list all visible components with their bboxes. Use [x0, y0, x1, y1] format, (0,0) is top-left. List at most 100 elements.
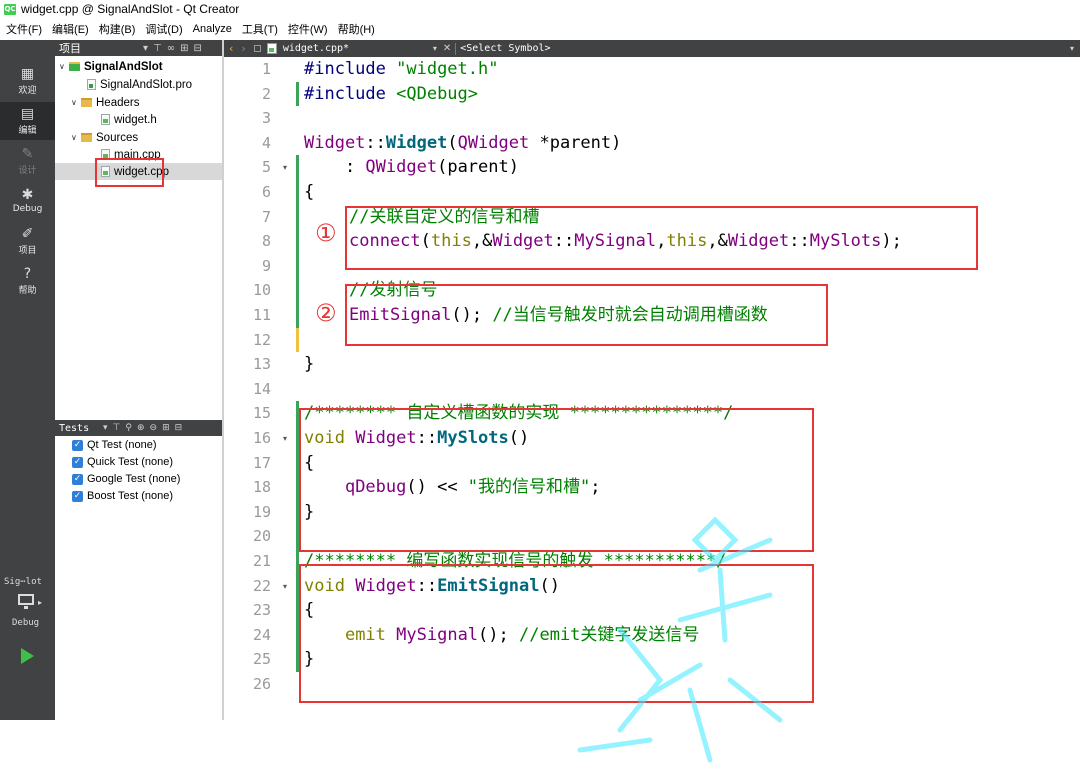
test-item-google[interactable]: ✓ Google Test (none) [72, 471, 180, 487]
tree-item-pro-file[interactable]: SignalAndSlot.pro [87, 76, 192, 93]
expand-arrow-icon[interactable]: ∨ [59, 62, 69, 71]
symbol-selector[interactable]: <Select Symbol> [460, 43, 550, 54]
line-number: 23 [252, 601, 271, 620]
code-line[interactable]: { [304, 180, 314, 205]
tree-item-label: SignalAndSlot [84, 60, 163, 73]
back-arrow-icon[interactable]: ‹ [229, 42, 233, 55]
mode-welcome-button[interactable]: ▦ 欢迎 [0, 62, 55, 100]
line-number: 18 [252, 478, 271, 497]
code-line[interactable]: : QWidget(parent) [304, 155, 519, 180]
code-line[interactable]: } [304, 352, 314, 377]
menu-widgets[interactable]: 控件(W) [288, 21, 328, 37]
line-number: 24 [252, 625, 271, 644]
checkbox-icon[interactable]: ✓ [72, 456, 83, 468]
forward-arrow-icon[interactable]: › [241, 42, 245, 55]
line-number: 22 [252, 576, 271, 595]
line-number: 11 [252, 306, 271, 324]
monitor-icon[interactable] [18, 594, 34, 605]
dropdown-arrow-icon[interactable]: ▾ [103, 423, 108, 433]
line-number: 26 [252, 675, 271, 693]
run-button[interactable] [21, 648, 34, 664]
menu-edit[interactable]: 编辑(E) [52, 21, 89, 37]
line-number: 10 [252, 281, 271, 300]
mode-projects-button[interactable]: ✐ 项目 [0, 222, 55, 260]
mode-design-label: 设计 [18, 165, 37, 176]
mode-projects-label: 项目 [18, 245, 37, 256]
test-item-label: Google Test (none) [87, 473, 181, 485]
test-item-quick[interactable]: ✓ Quick Test (none) [72, 454, 173, 470]
tests-panel-title[interactable]: Tests [59, 423, 89, 434]
menu-file[interactable]: 文件(F) [6, 21, 42, 37]
tree-item-headers[interactable]: ∨ Headers [71, 94, 139, 111]
checkbox-icon[interactable]: ✓ [72, 439, 83, 451]
expand-arrow-icon[interactable]: ∨ [71, 133, 81, 142]
checkbox-icon[interactable]: ✓ [72, 473, 83, 485]
menu-debug[interactable]: 调试(D) [145, 21, 182, 37]
tree-item-widget-h[interactable]: widget.h [101, 111, 157, 128]
line-number: 17 [252, 453, 271, 472]
tests-panel: ✓ Qt Test (none) ✓ Quick Test (none) ✓ G… [55, 436, 222, 720]
tests-panel-header: Tests ▾ ⊤ ⚲ ⊕ ⊖ ⊞ ⊟ [55, 420, 222, 436]
close-document-icon[interactable]: ✕ [443, 43, 451, 54]
filter-icon[interactable]: ⊤ [113, 423, 121, 433]
menu-analyze[interactable]: Analyze [193, 23, 232, 35]
qt-creator-logo-icon: QC [4, 3, 16, 15]
expand-all-icon[interactable]: ⊕ [137, 423, 145, 433]
mode-help-button[interactable]: ? 帮助 [0, 262, 55, 300]
dropdown-arrow-icon[interactable]: ▾ [143, 43, 148, 54]
project-panel-title[interactable]: 项目 [59, 40, 81, 56]
tree-item-label: SignalAndSlot.pro [100, 78, 193, 91]
line-number: 5 [261, 158, 271, 177]
mode-edit-button[interactable]: ▤ 编辑 [0, 102, 55, 140]
tree-item-sources[interactable]: ∨ Sources [71, 129, 138, 146]
split-icon[interactable]: ⊞ [162, 423, 170, 433]
annotation-marker-2: ② [315, 299, 337, 327]
toolbar-separator [455, 42, 457, 55]
mode-design-button[interactable]: ✎ 设计 [0, 142, 55, 180]
filter-icon[interactable]: ⊤ [153, 43, 162, 54]
kit-selector-label[interactable]: Sig⋯lot [4, 577, 42, 587]
tree-item-project[interactable]: ∨ SignalAndSlot [59, 58, 163, 75]
mode-debug-button[interactable]: ✱ Debug [0, 182, 55, 220]
code-line[interactable]: Widget::Widget(QWidget *parent) [304, 131, 621, 156]
line-number: 9 [261, 256, 271, 275]
line-number-gutter: 1 2 3 4 5 ▾ 6 7 8 9 10 11 12 13 14 15 16 ▾ 17 18 19 20 21 22 ▾ 23… [224, 57, 301, 720]
close-panel-icon[interactable]: ⊟ [175, 423, 183, 433]
edit-doc-icon: ▤ [20, 105, 35, 122]
annotation-box-emit [345, 284, 828, 346]
line-number: 3 [261, 109, 271, 128]
annotation-box-connect [345, 206, 978, 270]
test-item-qt[interactable]: ✓ Qt Test (none) [72, 437, 157, 453]
test-item-label: Qt Test (none) [87, 439, 157, 451]
line-number: 6 [261, 183, 271, 201]
line-number: 16 [252, 429, 271, 447]
line-number: 19 [252, 502, 271, 521]
kit-arrow-icon: ▸ [38, 598, 43, 607]
checkbox-icon[interactable]: ✓ [72, 490, 83, 502]
test-item-boost[interactable]: ✓ Boost Test (none) [72, 488, 173, 504]
tree-item-label: Sources [96, 131, 139, 144]
code-line[interactable]: #include "widget.h" [304, 57, 498, 82]
change-marker [296, 327, 299, 353]
line-number: 25 [252, 650, 271, 669]
split-icon[interactable]: ⊞ [180, 43, 188, 54]
menu-help[interactable]: 帮助(H) [338, 21, 375, 37]
editor-toolbar: ‹ › widget.cpp* ▾ ✕ <Select Symbol> ▾ [224, 40, 1080, 57]
collapse-all-icon[interactable]: ⊖ [150, 423, 158, 433]
run-tests-icon[interactable]: ⚲ [125, 423, 132, 433]
wrench-icon: ✐ [21, 225, 34, 242]
menu-build[interactable]: 构建(B) [99, 21, 136, 37]
document-selector[interactable]: widget.cpp* [283, 43, 433, 54]
code-line[interactable]: #include <QDebug> [304, 82, 478, 107]
fold-arrow-icon[interactable]: ▾ [283, 434, 287, 443]
link-icon[interactable]: ∞ [167, 43, 175, 54]
tree-item-label: widget.h [114, 113, 157, 126]
expand-arrow-icon[interactable]: ∨ [71, 98, 81, 107]
menu-tools[interactable]: 工具(T) [242, 21, 278, 37]
close-panel-icon[interactable]: ⊟ [193, 43, 201, 54]
dropdown-arrow-icon[interactable]: ▾ [1070, 44, 1074, 53]
dropdown-arrow-icon[interactable]: ▾ [433, 44, 437, 53]
fold-arrow-icon[interactable]: ▾ [283, 582, 287, 591]
fold-arrow-icon[interactable]: ▾ [283, 163, 287, 172]
test-item-label: Boost Test (none) [87, 490, 174, 502]
